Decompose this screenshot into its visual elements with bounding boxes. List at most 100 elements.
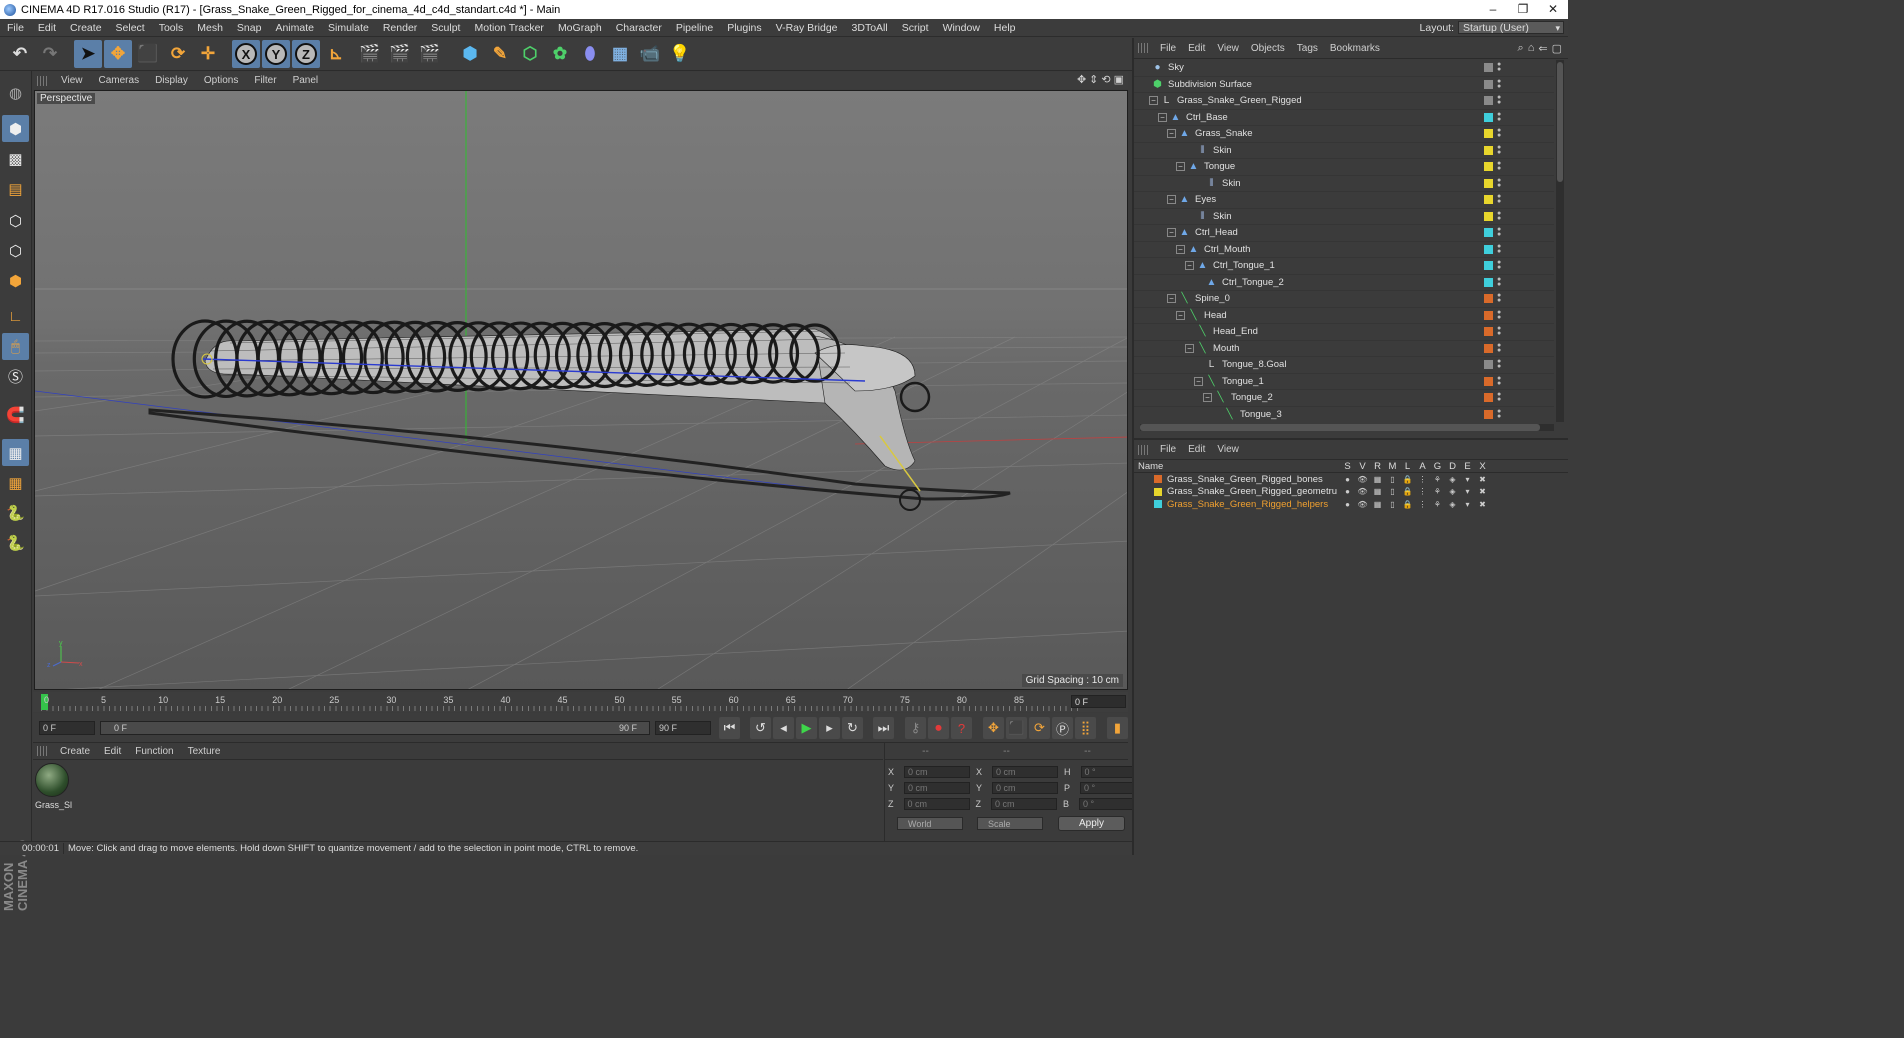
object-row[interactable]: ╲ Head_End ● ● bbox=[1134, 324, 1554, 341]
menu-select[interactable]: Select bbox=[109, 22, 152, 34]
layer-toggle-icon[interactable]: 🔒 bbox=[1400, 475, 1415, 484]
expand-toggle-icon[interactable]: − bbox=[1149, 96, 1158, 106]
lock-x-axis-button[interactable]: X bbox=[232, 40, 260, 68]
layer-color-swatch[interactable] bbox=[1484, 228, 1493, 237]
polygons-mode-button[interactable]: ⬢ bbox=[2, 267, 29, 294]
object-row[interactable]: − ▲ Ctrl_Tongue_1 ● ● bbox=[1134, 258, 1554, 275]
menu-vray-bridge[interactable]: V-Ray Bridge bbox=[769, 22, 845, 34]
menu-script[interactable]: Script bbox=[895, 22, 936, 34]
layer-toggle-icon[interactable]: ◈ bbox=[1445, 487, 1460, 496]
layer-column-header[interactable]: R bbox=[1370, 461, 1385, 472]
om-menu-view[interactable]: View bbox=[1211, 43, 1245, 54]
om-menu-objects[interactable]: Objects bbox=[1245, 43, 1291, 54]
viewport-menu-panel[interactable]: Panel bbox=[285, 75, 327, 86]
visibility-dots-icon[interactable]: ● ● bbox=[1497, 111, 1501, 123]
layer-toggle-icon[interactable]: ⋮ bbox=[1415, 500, 1430, 509]
record-keys-button[interactable]: ⚷ bbox=[905, 717, 926, 739]
lm-menu-view[interactable]: View bbox=[1211, 444, 1245, 455]
object-row[interactable]: − ▲ Ctrl_Head ● ● bbox=[1134, 225, 1554, 242]
edges-mode-button[interactable]: ⬡ bbox=[2, 237, 29, 264]
visibility-dots-icon[interactable]: ● ● bbox=[1497, 342, 1501, 354]
minimize-button[interactable]: – bbox=[1478, 0, 1508, 19]
object-row[interactable]: ╲ Tongue_3 ● ● bbox=[1134, 407, 1554, 423]
pos-x-field[interactable]: 0 cm bbox=[904, 766, 971, 778]
layer-toggle-icon[interactable]: ✖ bbox=[1475, 500, 1490, 509]
visibility-dots-icon[interactable]: ● ● bbox=[1497, 292, 1501, 304]
layer-color-swatch[interactable] bbox=[1484, 376, 1493, 386]
last-tool-button[interactable]: ✛ bbox=[194, 40, 222, 68]
render-picture-viewer-button[interactable]: 🎬 bbox=[386, 40, 414, 68]
orbit-icon[interactable]: ⟲ bbox=[1101, 73, 1110, 86]
expand-toggle-icon[interactable]: − bbox=[1158, 112, 1167, 122]
layer-toggle-icon[interactable]: ◈ bbox=[1445, 475, 1460, 484]
menu-mograph[interactable]: MoGraph bbox=[551, 22, 609, 34]
snap-button[interactable]: Ⓢ bbox=[2, 363, 29, 390]
menu-render[interactable]: Render bbox=[376, 22, 424, 34]
layer-color-swatch[interactable] bbox=[1484, 63, 1493, 72]
om-scroll-thumb[interactable] bbox=[1557, 62, 1563, 182]
object-row[interactable]: − ▲ Eyes ● ● bbox=[1134, 192, 1554, 209]
prev-frame-button[interactable]: ◂ bbox=[773, 717, 794, 739]
layer-toggle-icon[interactable]: ⚘ bbox=[1430, 487, 1445, 496]
layer-color-swatch[interactable] bbox=[1484, 211, 1493, 221]
expand-toggle-icon[interactable]: − bbox=[1194, 376, 1203, 386]
timeline-window-button[interactable]: ▮ bbox=[1107, 717, 1128, 739]
redo-button[interactable]: ↷ bbox=[36, 40, 64, 68]
layout-dropdown[interactable]: Startup (User) bbox=[1458, 21, 1564, 34]
expand-toggle-icon[interactable] bbox=[1185, 327, 1194, 336]
size-z-field[interactable]: 0 cm bbox=[991, 798, 1057, 810]
rotate-tool-button[interactable]: ⟳ bbox=[164, 40, 192, 68]
layer-color-swatch[interactable] bbox=[1484, 162, 1493, 171]
layer-toggle-icon[interactable]: ⚘ bbox=[1430, 475, 1445, 484]
layer-toggle-icon[interactable]: ▯ bbox=[1385, 475, 1400, 484]
viewport-menu-filter[interactable]: Filter bbox=[246, 75, 284, 86]
texture-mode-button[interactable]: ▩ bbox=[2, 145, 29, 172]
key-parameter-button[interactable]: Ⓟ bbox=[1052, 717, 1073, 739]
visibility-dots-icon[interactable]: ● ● bbox=[1497, 144, 1501, 156]
coordinate-mode-dropdown[interactable]: World bbox=[897, 817, 963, 830]
expand-toggle-icon[interactable]: − bbox=[1176, 310, 1185, 320]
layer-color-swatch[interactable] bbox=[1484, 129, 1493, 138]
visibility-dots-icon[interactable]: ● ● bbox=[1497, 276, 1501, 288]
layer-color-swatch[interactable] bbox=[1484, 294, 1493, 303]
menu-create[interactable]: Create bbox=[63, 22, 109, 34]
layer-toggle-icon[interactable]: ⋮ bbox=[1415, 487, 1430, 496]
visibility-dots-icon[interactable]: ● ● bbox=[1497, 177, 1501, 189]
layer-toggle-icon[interactable]: ● bbox=[1340, 475, 1355, 484]
layer-color-swatch[interactable] bbox=[1484, 360, 1493, 369]
add-nurbs-button[interactable]: ⬡ bbox=[516, 40, 544, 68]
expand-toggle-icon[interactable] bbox=[1194, 360, 1203, 369]
visibility-dots-icon[interactable]: ● ● bbox=[1497, 226, 1501, 238]
size-y-field[interactable]: 0 cm bbox=[992, 782, 1059, 794]
add-camera-button[interactable]: 📹 bbox=[636, 40, 664, 68]
expand-toggle-icon[interactable]: − bbox=[1167, 129, 1176, 139]
layer-toggle-icon[interactable]: ▯ bbox=[1385, 487, 1400, 496]
layer-column-header[interactable]: S bbox=[1340, 461, 1355, 472]
panel-grip-icon[interactable] bbox=[1138, 43, 1148, 53]
layer-toggle-icon[interactable]: ● bbox=[1340, 487, 1355, 496]
object-row[interactable]: ⬢ Subdivision Surface ● ● bbox=[1134, 77, 1554, 93]
panel-grip-icon[interactable] bbox=[37, 746, 47, 756]
expand-toggle-icon[interactable]: − bbox=[1167, 228, 1176, 238]
material-menu-texture[interactable]: Texture bbox=[181, 746, 228, 757]
layer-color-swatch[interactable] bbox=[1484, 96, 1493, 105]
visibility-dots-icon[interactable]: ● ● bbox=[1497, 391, 1501, 403]
home-icon[interactable]: ⌂ bbox=[1528, 42, 1535, 55]
layer-toggle-icon[interactable]: ▯ bbox=[1385, 500, 1400, 509]
add-cube-button[interactable]: ⬢ bbox=[456, 40, 484, 68]
expand-toggle-icon[interactable] bbox=[1194, 278, 1203, 287]
expand-toggle-icon[interactable] bbox=[1194, 179, 1203, 188]
layer-row[interactable]: Grass_Snake_Green_Rigged_helpers ● 👁 ▦ ▯ 🔒 ⋮ ⚘ ◈… bbox=[1134, 498, 1568, 511]
key-pla-button[interactable]: ⣿ bbox=[1075, 717, 1096, 739]
om-menu-bookmarks[interactable]: Bookmarks bbox=[1324, 43, 1386, 54]
menu-simulate[interactable]: Simulate bbox=[321, 22, 376, 34]
key-position-button[interactable]: ✥ bbox=[983, 717, 1004, 739]
pos-z-field[interactable]: 0 cm bbox=[903, 798, 970, 810]
layer-column-header[interactable]: X bbox=[1475, 461, 1490, 472]
lock-y-axis-button[interactable]: Y bbox=[262, 40, 290, 68]
lm-menu-file[interactable]: File bbox=[1154, 444, 1182, 455]
autokey-button[interactable]: ⏺ bbox=[928, 717, 949, 739]
move-tool-button[interactable]: ✥ bbox=[104, 40, 132, 68]
viewport-camera-label[interactable]: Perspective bbox=[37, 93, 96, 104]
expand-toggle-icon[interactable]: − bbox=[1167, 294, 1176, 304]
